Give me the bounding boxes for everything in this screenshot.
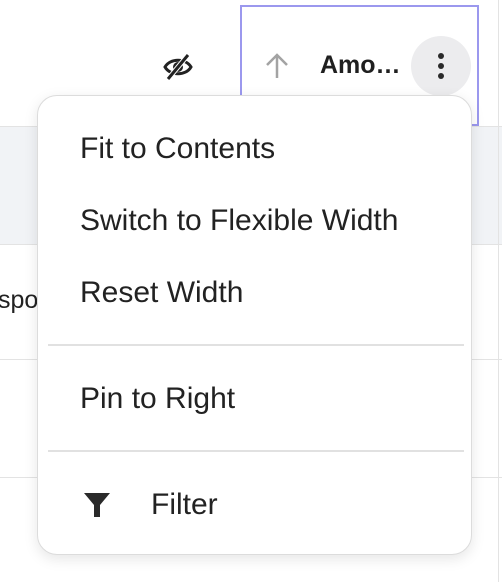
column-title[interactable]: Amo… — [320, 51, 401, 80]
data-grid: spor Amo… Fit to Contents Switch to Flex… — [0, 0, 502, 582]
eye-off-icon[interactable] — [162, 52, 194, 82]
column-divider — [498, 0, 499, 582]
filter-icon — [84, 493, 110, 517]
menu-item-switch-to-flexible-width[interactable]: Switch to Flexible Width — [38, 190, 471, 250]
menu-item-filter[interactable]: Filter — [38, 474, 471, 534]
more-vertical-icon-dot — [438, 73, 444, 79]
menu-item-pin-to-right[interactable]: Pin to Right — [38, 368, 471, 428]
more-vertical-icon-dot — [438, 63, 444, 69]
menu-item-reset-width[interactable]: Reset Width — [38, 262, 471, 322]
menu-item-label: Fit to Contents — [80, 132, 276, 165]
menu-item-label: Filter — [151, 488, 218, 521]
column-menu-button[interactable] — [411, 36, 471, 96]
more-vertical-icon — [438, 53, 444, 59]
menu-item-label: Switch to Flexible Width — [80, 204, 399, 237]
menu-item-label: Reset Width — [80, 276, 244, 309]
menu-item-label: Pin to Right — [80, 382, 236, 415]
arrow-up-icon[interactable] — [262, 51, 292, 81]
menu-separator — [48, 450, 464, 452]
menu-separator — [48, 344, 464, 346]
menu-item-fit-to-contents[interactable]: Fit to Contents — [38, 118, 471, 178]
column-context-menu: Fit to Contents Switch to Flexible Width… — [37, 95, 472, 555]
